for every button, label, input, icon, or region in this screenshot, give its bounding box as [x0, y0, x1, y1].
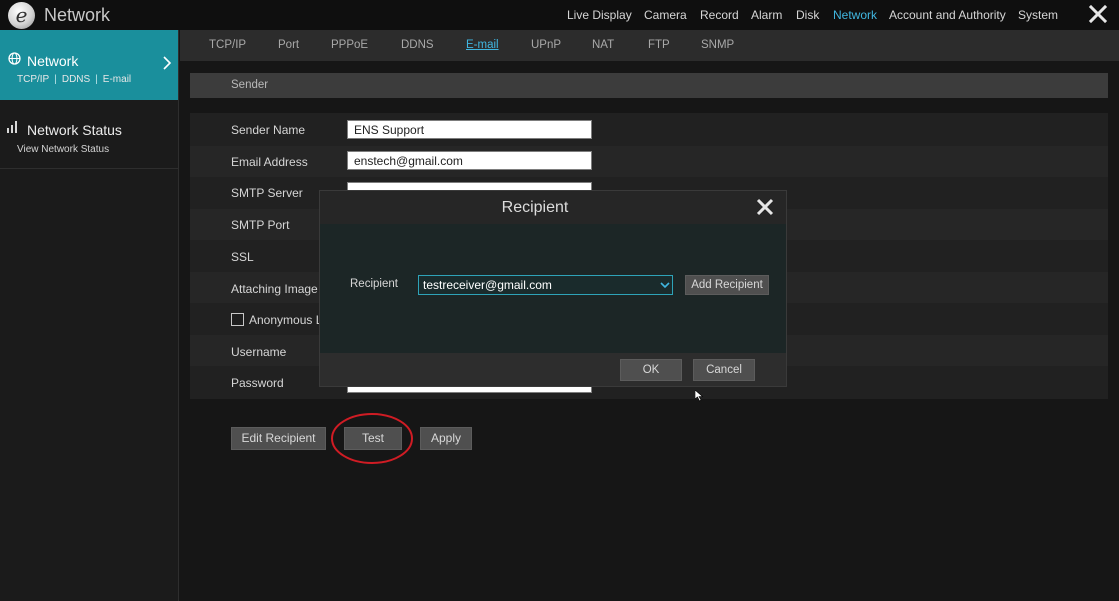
nav-camera[interactable]: Camera	[644, 8, 687, 22]
mouse-pointer-icon	[695, 390, 704, 402]
tab-pppoe[interactable]: PPPoE	[331, 39, 368, 51]
close-icon[interactable]	[756, 198, 774, 216]
sender-name-input[interactable]	[347, 120, 592, 139]
sender-section-header: Sender	[190, 73, 1108, 98]
top-bar: e Network Live Display Camera Record Ala…	[0, 0, 1119, 30]
sidebar-sub-email[interactable]: E-mail	[103, 74, 131, 85]
tab-ftp[interactable]: FTP	[648, 39, 670, 51]
close-icon[interactable]	[1086, 2, 1110, 26]
attaching-image-label: Attaching Image	[231, 282, 318, 296]
smtp-server-label: SMTP Server	[231, 186, 303, 200]
dialog-footer: OK Cancel	[320, 353, 786, 386]
nav-system[interactable]: System	[1018, 8, 1058, 22]
tab-bar: TCP/IP Port PPPoE DDNS E-mail UPnP NAT F…	[180, 30, 1119, 61]
smtp-port-label: SMTP Port	[231, 218, 290, 232]
row-stripe	[190, 146, 1108, 177]
nav-record[interactable]: Record	[700, 8, 739, 22]
nav-live-display[interactable]: Live Display	[567, 8, 632, 22]
sidebar-sublinks: TCP/IP | DDNS | E-mail	[17, 74, 132, 85]
edit-recipient-button[interactable]: Edit Recipient	[231, 427, 326, 450]
sidebar: Network TCP/IP | DDNS | E-mail Network Statu…	[0, 30, 179, 601]
sidebar-item-network-status[interactable]: Network Status View Network Status	[0, 100, 178, 169]
tab-port[interactable]: Port	[278, 39, 299, 51]
ok-button[interactable]: OK	[620, 359, 682, 381]
app-title: Network	[44, 5, 111, 25]
add-recipient-button[interactable]: Add Recipient	[685, 275, 769, 295]
dialog-title: Recipient	[501, 199, 569, 216]
sidebar-item-sublabel[interactable]: View Network Status	[17, 144, 109, 155]
username-label: Username	[231, 345, 287, 359]
tab-snmp[interactable]: SNMP	[701, 39, 734, 51]
tab-upnp[interactable]: UPnP	[531, 39, 561, 51]
recipient-value[interactable]: testreceiver@gmail.com	[423, 278, 552, 292]
password-label: Password	[231, 376, 284, 390]
recipient-dialog: Recipient Recipient testreceiver@gmail.c…	[319, 190, 787, 387]
nav-account-authority[interactable]: Account and Authority	[889, 8, 1006, 22]
signal-bars-icon	[7, 121, 17, 133]
app-logo: e	[8, 2, 35, 29]
recipient-label: Recipient	[350, 278, 398, 290]
ssl-label: SSL	[231, 250, 254, 264]
chevron-down-icon[interactable]	[658, 276, 672, 294]
email-address-label: Email Address	[231, 155, 308, 169]
nav-alarm[interactable]: Alarm	[751, 8, 782, 22]
email-address-input[interactable]	[347, 151, 592, 170]
section-title: Sender	[231, 79, 269, 91]
anonymous-label: Anonymous L	[249, 313, 323, 327]
recipient-combobox[interactable]: testreceiver@gmail.com	[418, 275, 673, 295]
nav-disk[interactable]: Disk	[796, 8, 819, 22]
highlight-circle	[331, 413, 413, 464]
cancel-button[interactable]: Cancel	[693, 359, 755, 381]
sidebar-item-label: Network Status	[27, 122, 122, 138]
sidebar-item-label: Network	[27, 53, 79, 69]
sidebar-sub-ddns[interactable]: DDNS	[62, 74, 90, 85]
tab-tcpip[interactable]: TCP/IP	[209, 39, 246, 51]
apply-button[interactable]: Apply	[420, 427, 472, 450]
chevron-right-icon	[163, 56, 172, 70]
sender-name-label: Sender Name	[231, 123, 306, 137]
tab-nat[interactable]: NAT	[592, 39, 614, 51]
tab-email[interactable]: E-mail	[466, 39, 499, 51]
nav-network[interactable]: Network	[833, 8, 877, 22]
dialog-header: Recipient	[320, 191, 786, 224]
sidebar-sub-tcpip[interactable]: TCP/IP	[17, 74, 49, 85]
globe-icon	[8, 52, 21, 65]
tab-ddns[interactable]: DDNS	[401, 39, 434, 51]
anonymous-checkbox[interactable]	[231, 313, 244, 326]
sidebar-item-network[interactable]: Network TCP/IP | DDNS | E-mail	[0, 30, 178, 100]
